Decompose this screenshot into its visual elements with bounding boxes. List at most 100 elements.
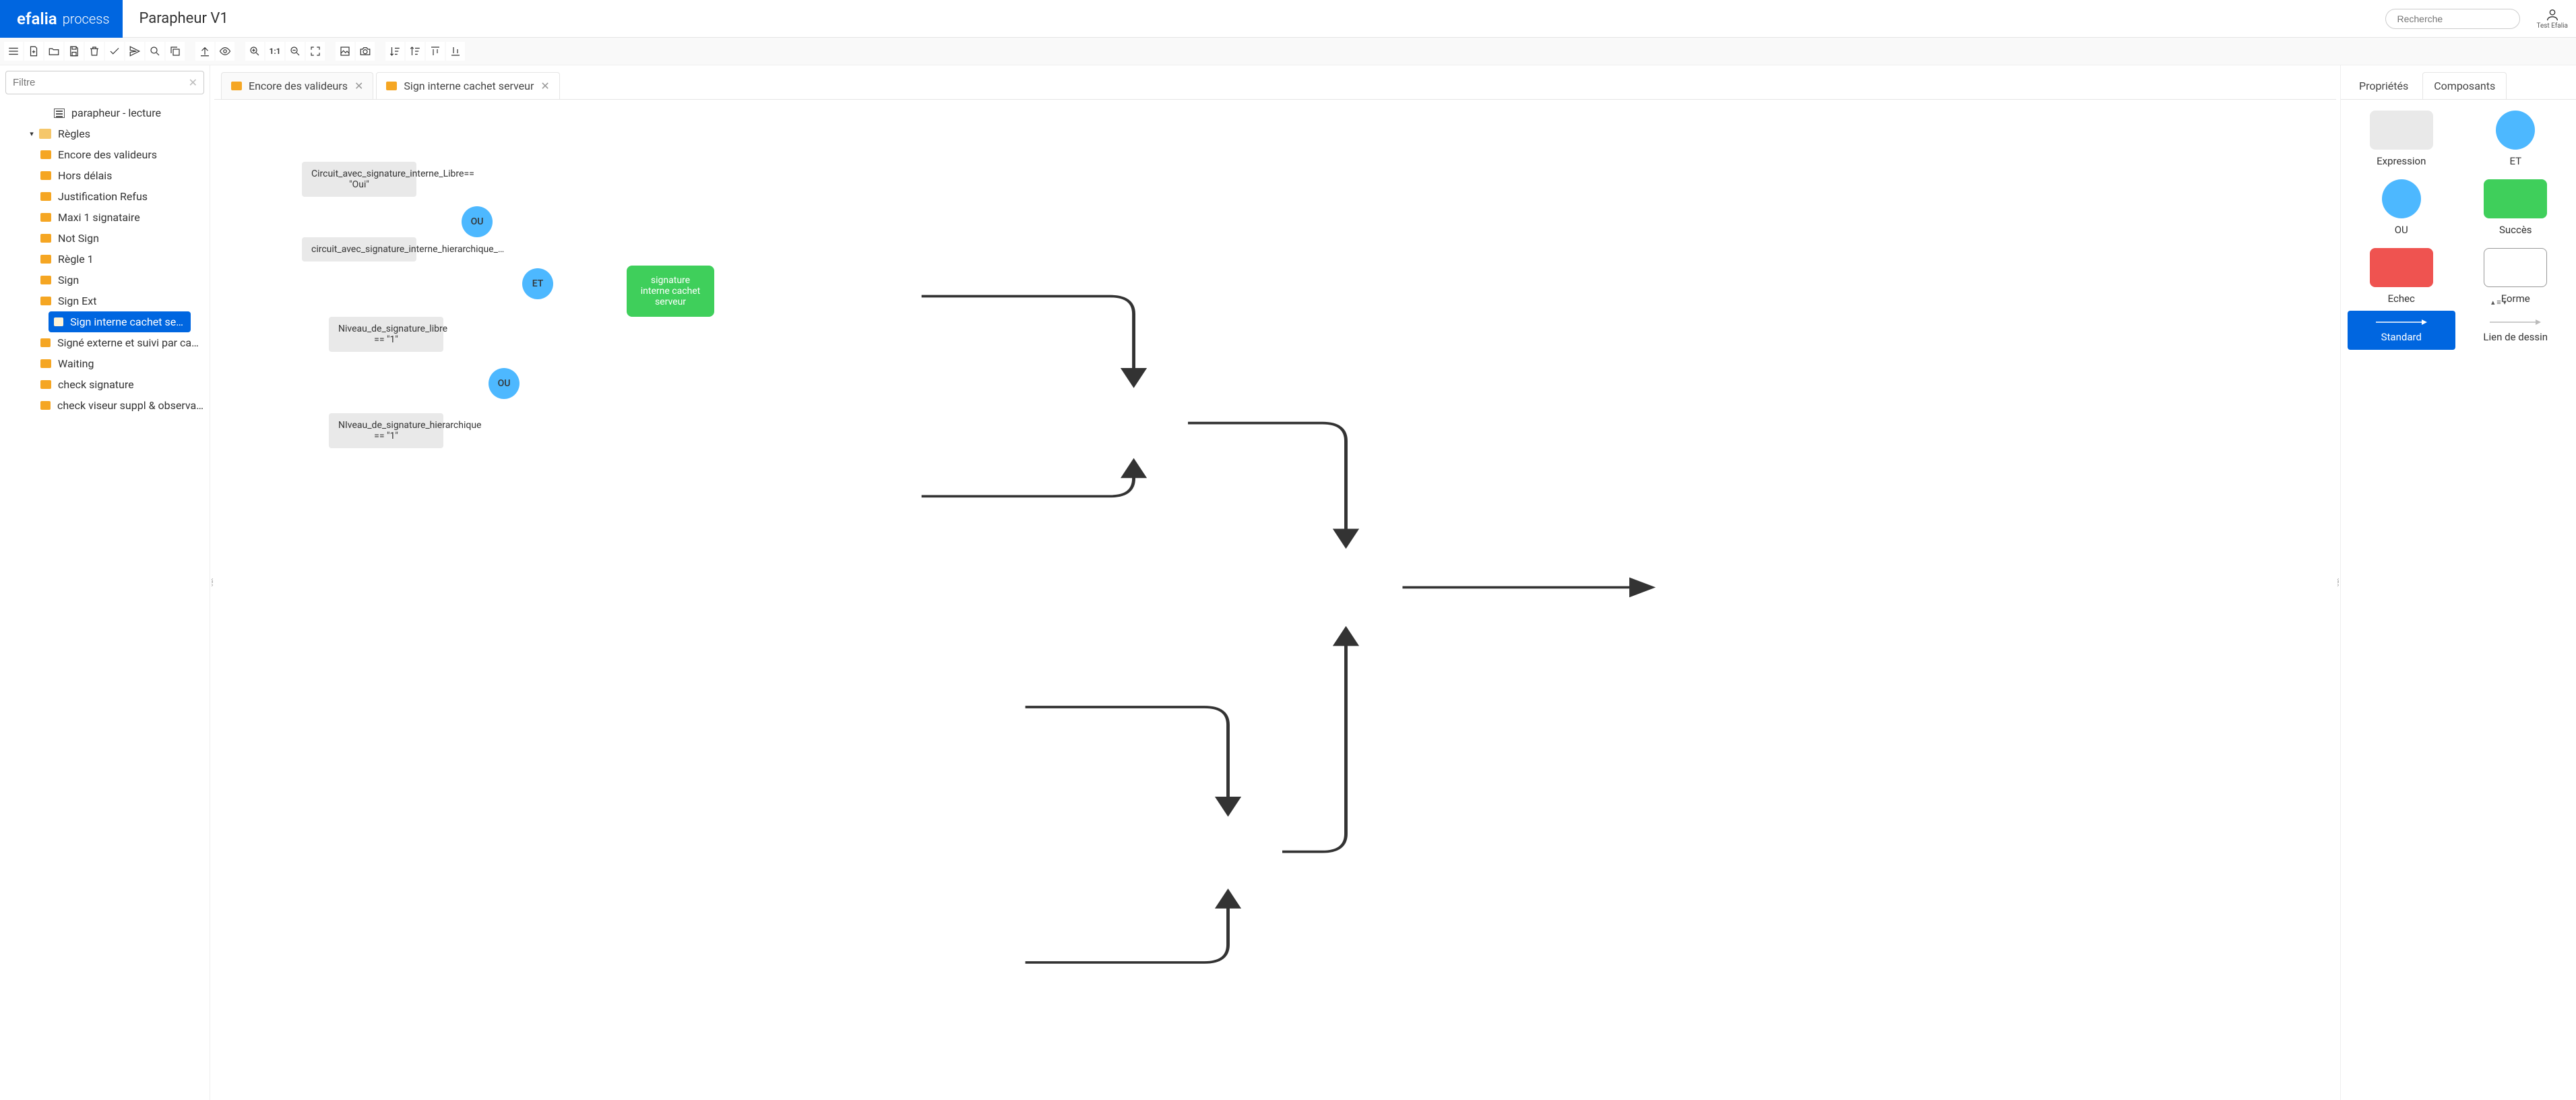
eye-icon[interactable] bbox=[216, 42, 234, 61]
tree-item[interactable]: Waiting bbox=[0, 353, 210, 374]
tree-item[interactable]: check viseur suppl & observation bbox=[0, 395, 210, 416]
canvas-area: Encore des valideurs✕Sign interne cachet… bbox=[214, 65, 2336, 1100]
diagram-canvas[interactable]: Circuit_avec_signature_interne_Libre== "… bbox=[214, 100, 2336, 1100]
new-file-icon[interactable] bbox=[24, 42, 43, 61]
tree-item[interactable]: Sign Ext bbox=[0, 291, 210, 311]
tab-components[interactable]: Composants bbox=[2422, 72, 2507, 99]
palette-et[interactable]: ET bbox=[2462, 111, 2570, 167]
or-gate-1[interactable]: OU bbox=[462, 206, 493, 237]
expression-node-3[interactable]: Niveau_de_signature_libre == "1" bbox=[329, 317, 443, 352]
zoom-reset[interactable]: 1:1 bbox=[265, 42, 284, 61]
folder-icon bbox=[39, 129, 51, 139]
shape-outline-icon bbox=[2484, 248, 2547, 287]
sidebar: ✕ parapheur - lecture ▾ Règles Encore des v… bbox=[0, 65, 210, 1100]
tree-item-label: Hors délais bbox=[58, 169, 112, 182]
tab-label: Encore des valideurs bbox=[249, 80, 348, 92]
tree-item-label: Justification Refus bbox=[58, 190, 148, 203]
palette-succes[interactable]: Succès bbox=[2462, 179, 2570, 236]
tree-item[interactable]: ▾ Règles bbox=[0, 123, 210, 144]
close-icon[interactable]: ✕ bbox=[540, 80, 549, 92]
palette-echec[interactable]: Echec bbox=[2348, 248, 2455, 305]
fullscreen-icon[interactable] bbox=[306, 42, 325, 61]
menu-icon[interactable] bbox=[4, 42, 23, 61]
close-icon[interactable]: ✕ bbox=[354, 80, 363, 92]
tree-item[interactable]: Signé externe et suivi par cachet bbox=[0, 332, 210, 353]
editor-tabs: Encore des valideurs✕Sign interne cachet… bbox=[214, 65, 2336, 100]
tree-item-label: check signature bbox=[58, 378, 134, 391]
search-input[interactable] bbox=[2385, 9, 2520, 29]
connector-standard[interactable]: Standard bbox=[2348, 311, 2455, 350]
clear-filter-icon[interactable]: ✕ bbox=[189, 76, 197, 89]
upload-icon[interactable] bbox=[195, 42, 214, 61]
tree-item[interactable]: Not Sign bbox=[0, 228, 210, 249]
folder-icon bbox=[40, 150, 51, 159]
main-area: ✕ parapheur - lecture ▾ Règles Encore des v… bbox=[0, 65, 2576, 1100]
tree-item[interactable]: Règle 1 bbox=[0, 249, 210, 270]
tree-item-label: Règles bbox=[58, 127, 90, 140]
component-palette: Expression ET OU Succès Echec bbox=[2341, 100, 2576, 1100]
folder-icon bbox=[40, 338, 51, 347]
copy-icon[interactable] bbox=[166, 42, 185, 61]
editor-tab[interactable]: Sign interne cachet serveur ✕ bbox=[376, 72, 559, 99]
folder-icon bbox=[40, 234, 51, 243]
tree-item-label: Waiting bbox=[58, 357, 94, 370]
open-folder-icon[interactable] bbox=[44, 42, 63, 61]
palette-ou[interactable]: OU bbox=[2348, 179, 2455, 236]
align-top-icon[interactable] bbox=[426, 42, 445, 61]
zoom-in-icon[interactable] bbox=[245, 42, 264, 61]
folder-icon bbox=[386, 82, 397, 90]
tab-properties[interactable]: Propriétés bbox=[2348, 72, 2420, 99]
expression-node-4[interactable]: NIveau_de_signature_hierarchique == "1" bbox=[329, 413, 443, 448]
or-gate-2[interactable]: OU bbox=[489, 368, 520, 399]
tree-item[interactable]: Maxi 1 signataire bbox=[0, 207, 210, 228]
navigation-tree[interactable]: parapheur - lecture ▾ Règles Encore des val… bbox=[0, 100, 210, 1100]
folder-icon bbox=[40, 213, 51, 222]
toolbar: 1:1 bbox=[0, 38, 2576, 65]
user-menu[interactable]: Test Efalia bbox=[2536, 7, 2568, 30]
palette-expression[interactable]: Expression bbox=[2348, 111, 2455, 167]
tree-item-label: Sign interne cachet serveur bbox=[70, 315, 185, 328]
align-bottom-icon[interactable] bbox=[446, 42, 465, 61]
editor-tab[interactable]: Encore des valideurs ✕ bbox=[221, 72, 373, 99]
tree-item[interactable]: Justification Refus bbox=[0, 186, 210, 207]
user-icon bbox=[2545, 7, 2560, 22]
save-icon[interactable] bbox=[65, 42, 84, 61]
tree-item[interactable]: Sign interne cachet serveur bbox=[49, 311, 191, 332]
palette-forme[interactable]: Forme bbox=[2462, 248, 2570, 305]
tab-label: Sign interne cachet serveur bbox=[404, 80, 534, 92]
folder-icon bbox=[40, 255, 51, 264]
et-shape-icon bbox=[2496, 111, 2535, 150]
tree-item[interactable]: parapheur - lecture bbox=[0, 102, 210, 123]
folder-icon bbox=[40, 401, 51, 410]
zoom-out-icon[interactable] bbox=[286, 42, 305, 61]
ou-shape-icon bbox=[2382, 179, 2421, 218]
deploy-icon[interactable] bbox=[125, 42, 144, 61]
tree-item-label: parapheur - lecture bbox=[71, 106, 161, 119]
user-label: Test Efalia bbox=[2536, 22, 2568, 30]
page-title: Parapheur V1 bbox=[139, 10, 2385, 27]
sort-up-icon[interactable] bbox=[406, 42, 425, 61]
and-gate[interactable]: ET bbox=[522, 268, 553, 299]
delete-icon[interactable] bbox=[85, 42, 104, 61]
tree-item-label: Not Sign bbox=[58, 232, 99, 245]
tree-item[interactable]: check signature bbox=[0, 374, 210, 395]
folder-icon bbox=[40, 380, 51, 389]
sort-down-icon[interactable] bbox=[385, 42, 404, 61]
connector-drawing-link[interactable]: Lien de dessin bbox=[2462, 311, 2570, 350]
tree-item[interactable]: Encore des valideurs bbox=[0, 144, 210, 165]
expression-node-1[interactable]: Circuit_avec_signature_interne_Libre== "… bbox=[302, 162, 416, 197]
logo: efalia process bbox=[0, 0, 123, 38]
folder-icon bbox=[40, 297, 51, 305]
expression-node-2[interactable]: circuit_avec_signature_interne_hierarchi… bbox=[302, 237, 416, 262]
chevron-down-icon: ▾ bbox=[27, 129, 36, 138]
export-image-icon[interactable] bbox=[336, 42, 354, 61]
failure-shape-icon bbox=[2370, 248, 2433, 287]
tree-filter-input[interactable] bbox=[5, 71, 204, 94]
tree-item[interactable]: Sign bbox=[0, 270, 210, 291]
validate-icon[interactable] bbox=[105, 42, 124, 61]
tree-item[interactable]: Hors délais bbox=[0, 165, 210, 186]
success-node[interactable]: signature interne cachet serveur bbox=[627, 266, 714, 317]
search-icon[interactable] bbox=[146, 42, 164, 61]
camera-icon[interactable] bbox=[356, 42, 375, 61]
folder-icon bbox=[40, 276, 51, 284]
